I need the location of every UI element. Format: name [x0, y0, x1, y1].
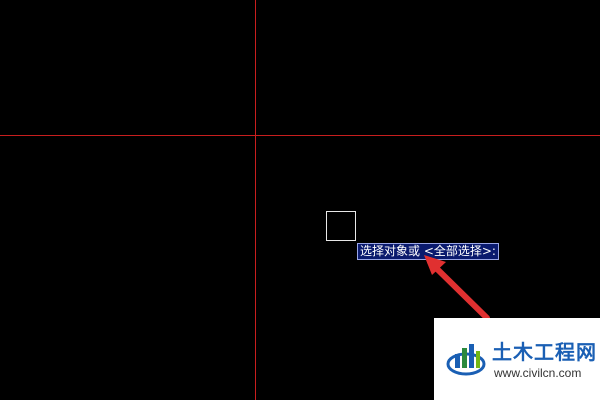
pickbox-cursor	[326, 211, 356, 241]
civilcn-logo-icon	[446, 344, 486, 376]
watermark-panel: 土木工程网 www.civilcn.com	[434, 318, 600, 400]
crosshair-vertical-line	[255, 0, 256, 400]
arrow-shaft	[427, 259, 490, 321]
select-objects-prompt-tooltip: 选择对象或 <全部选择>:	[357, 243, 499, 260]
watermark-url: www.civilcn.com	[494, 366, 582, 380]
crosshair-horizontal-line	[0, 135, 600, 136]
cad-drawing-area[interactable]: 选择对象或 <全部选择>: 土木工程网 www.civilcn.com	[0, 0, 600, 400]
tooltip-text: 选择对象或 <全部选择>:	[360, 244, 496, 258]
watermark-title: 土木工程网	[492, 340, 597, 364]
